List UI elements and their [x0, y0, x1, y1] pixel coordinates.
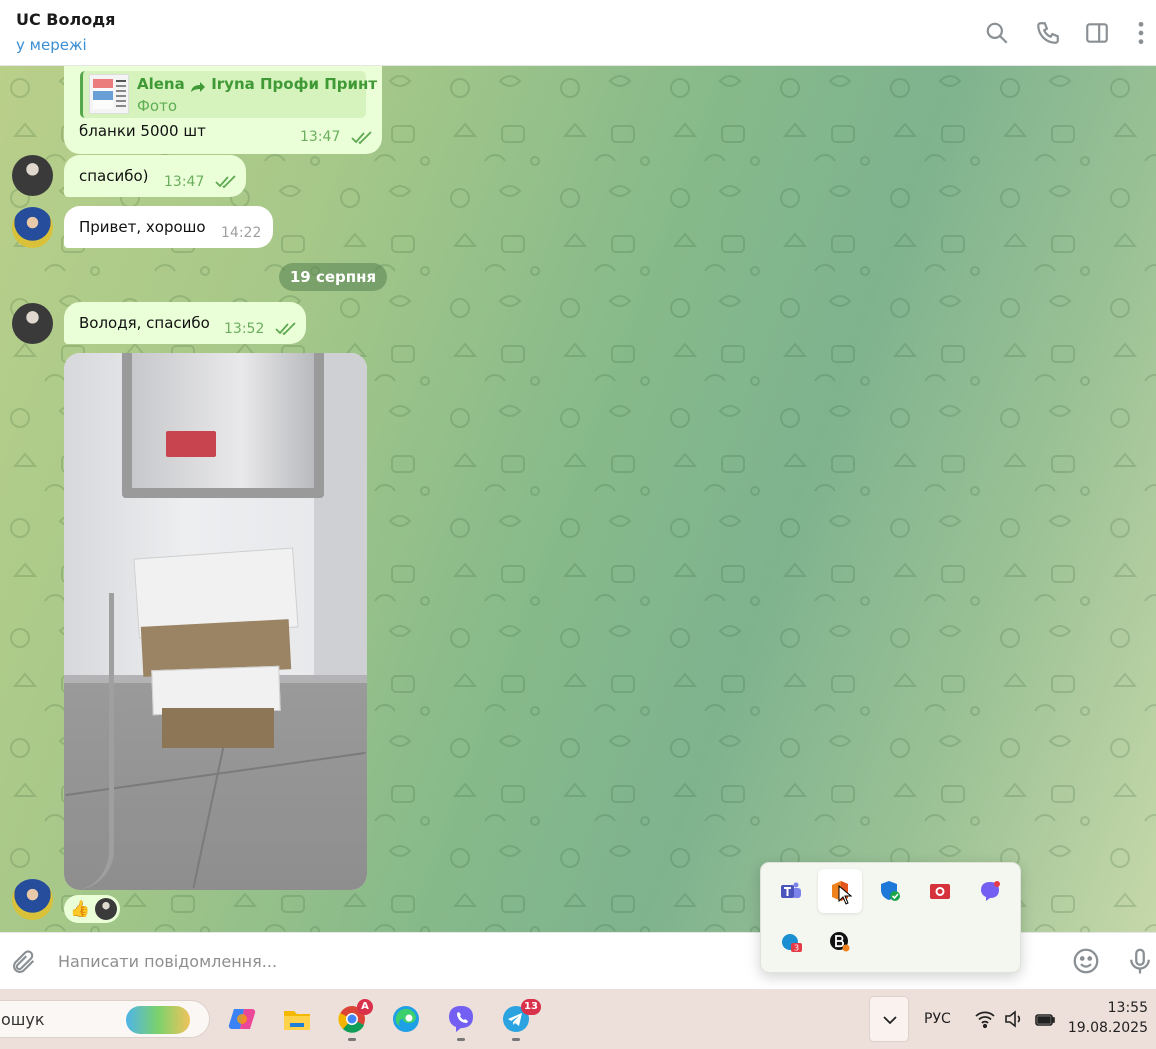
double-check-icon	[351, 131, 373, 145]
b-app-icon[interactable]	[818, 920, 862, 964]
avatar[interactable]	[12, 879, 53, 920]
avatar[interactable]	[12, 155, 53, 196]
chevron-down-icon	[883, 1016, 897, 1025]
reaction-bar[interactable]: 👍	[64, 895, 120, 923]
photo-message[interactable]	[64, 353, 367, 890]
message-bubble[interactable]: Привет, хорошо 14:22	[64, 206, 273, 248]
avatar[interactable]	[12, 207, 53, 248]
reply-subtitle: Фото	[137, 97, 178, 115]
teams-icon[interactable]	[769, 869, 813, 913]
edge-icon[interactable]	[386, 999, 426, 1039]
date-divider: 19 серпня	[279, 263, 387, 291]
message-time: 13:47	[300, 129, 341, 145]
file-explorer-icon[interactable]	[277, 999, 317, 1039]
attach-icon[interactable]	[10, 948, 38, 976]
reactor-avatar	[95, 898, 117, 920]
taskbar-search-text: ошук	[1, 1010, 45, 1029]
viber-icon[interactable]	[441, 999, 481, 1041]
telegram-unread-badge: 13	[521, 999, 541, 1015]
more-icon[interactable]	[1128, 20, 1154, 46]
running-indicator	[348, 1038, 356, 1041]
chat-header: UC Володя у мережі	[0, 0, 1156, 66]
chrome-profile-badge: A	[357, 999, 373, 1015]
double-check-icon	[275, 322, 297, 336]
battery-icon[interactable]	[1034, 1008, 1056, 1030]
clock-date[interactable]: 19.08.2025	[1060, 1020, 1148, 1036]
clock-time[interactable]: 13:55	[1060, 1000, 1148, 1016]
reply-author: Alena Iryna Профи Принт	[137, 75, 377, 93]
message-input[interactable]	[58, 945, 758, 977]
camera-app-icon[interactable]	[918, 869, 962, 913]
phone-icon[interactable]	[1035, 20, 1061, 46]
defender-icon[interactable]	[868, 869, 912, 913]
reply-thumbnail	[89, 74, 129, 114]
volume-icon[interactable]	[1003, 1008, 1025, 1030]
double-check-icon	[215, 175, 237, 189]
chrome-icon[interactable]: A	[332, 999, 373, 1041]
message-bubble[interactable]: спасибо) 13:47	[64, 155, 246, 197]
show-hidden-icons-button[interactable]	[869, 996, 909, 1042]
wifi-icon[interactable]	[974, 1008, 996, 1030]
message-text: бланки 5000 шт	[79, 122, 206, 140]
microphone-icon[interactable]	[1125, 946, 1155, 976]
thumbs-up-reaction[interactable]: 👍	[70, 898, 90, 920]
emoji-icon[interactable]	[1071, 946, 1101, 976]
message-text: спасибо)	[79, 167, 149, 185]
message-text: Володя, спасибо	[79, 314, 210, 332]
app-badge-icon[interactable]: 3	[769, 920, 813, 964]
taskbar-search[interactable]: ошук	[0, 1000, 210, 1038]
copilot-icon[interactable]	[222, 999, 262, 1039]
running-indicator	[512, 1038, 520, 1041]
viber-icon[interactable]	[968, 869, 1012, 913]
chat-title[interactable]: UC Володя	[16, 10, 115, 29]
reply-forward-to: Iryna Профи Принт	[211, 75, 378, 93]
reply-preview[interactable]: Alena Iryna Профи Принт Фото	[80, 71, 377, 118]
message-text: Привет, хорошо	[79, 218, 206, 236]
chat-status: у мережі	[16, 36, 87, 54]
message-bubble[interactable]: Alena Iryna Профи Принт Фото бланки 5000…	[64, 66, 382, 154]
input-language[interactable]: РУС	[924, 1011, 951, 1027]
telegram-icon[interactable]: 13	[496, 999, 541, 1041]
message-time: 13:52	[224, 321, 265, 337]
sidebar-icon[interactable]	[1084, 20, 1110, 46]
mouse-cursor-icon	[838, 885, 852, 905]
forward-arrow-icon	[190, 79, 206, 92]
search-icon[interactable]	[984, 20, 1010, 46]
chat-area[interactable]: Alena Iryna Профи Принт Фото бланки 5000…	[0, 66, 1156, 932]
tray-badge-count: 3	[794, 944, 799, 953]
search-highlight-image	[126, 1006, 190, 1034]
avatar[interactable]	[12, 303, 53, 344]
message-bubble[interactable]: Володя, спасибо 13:52	[64, 302, 306, 344]
message-time: 14:22	[221, 225, 262, 241]
message-time: 13:47	[164, 174, 205, 190]
running-indicator	[457, 1038, 465, 1041]
system-tray-flyout: 3	[760, 862, 1021, 973]
reply-from: Alena	[137, 75, 185, 93]
